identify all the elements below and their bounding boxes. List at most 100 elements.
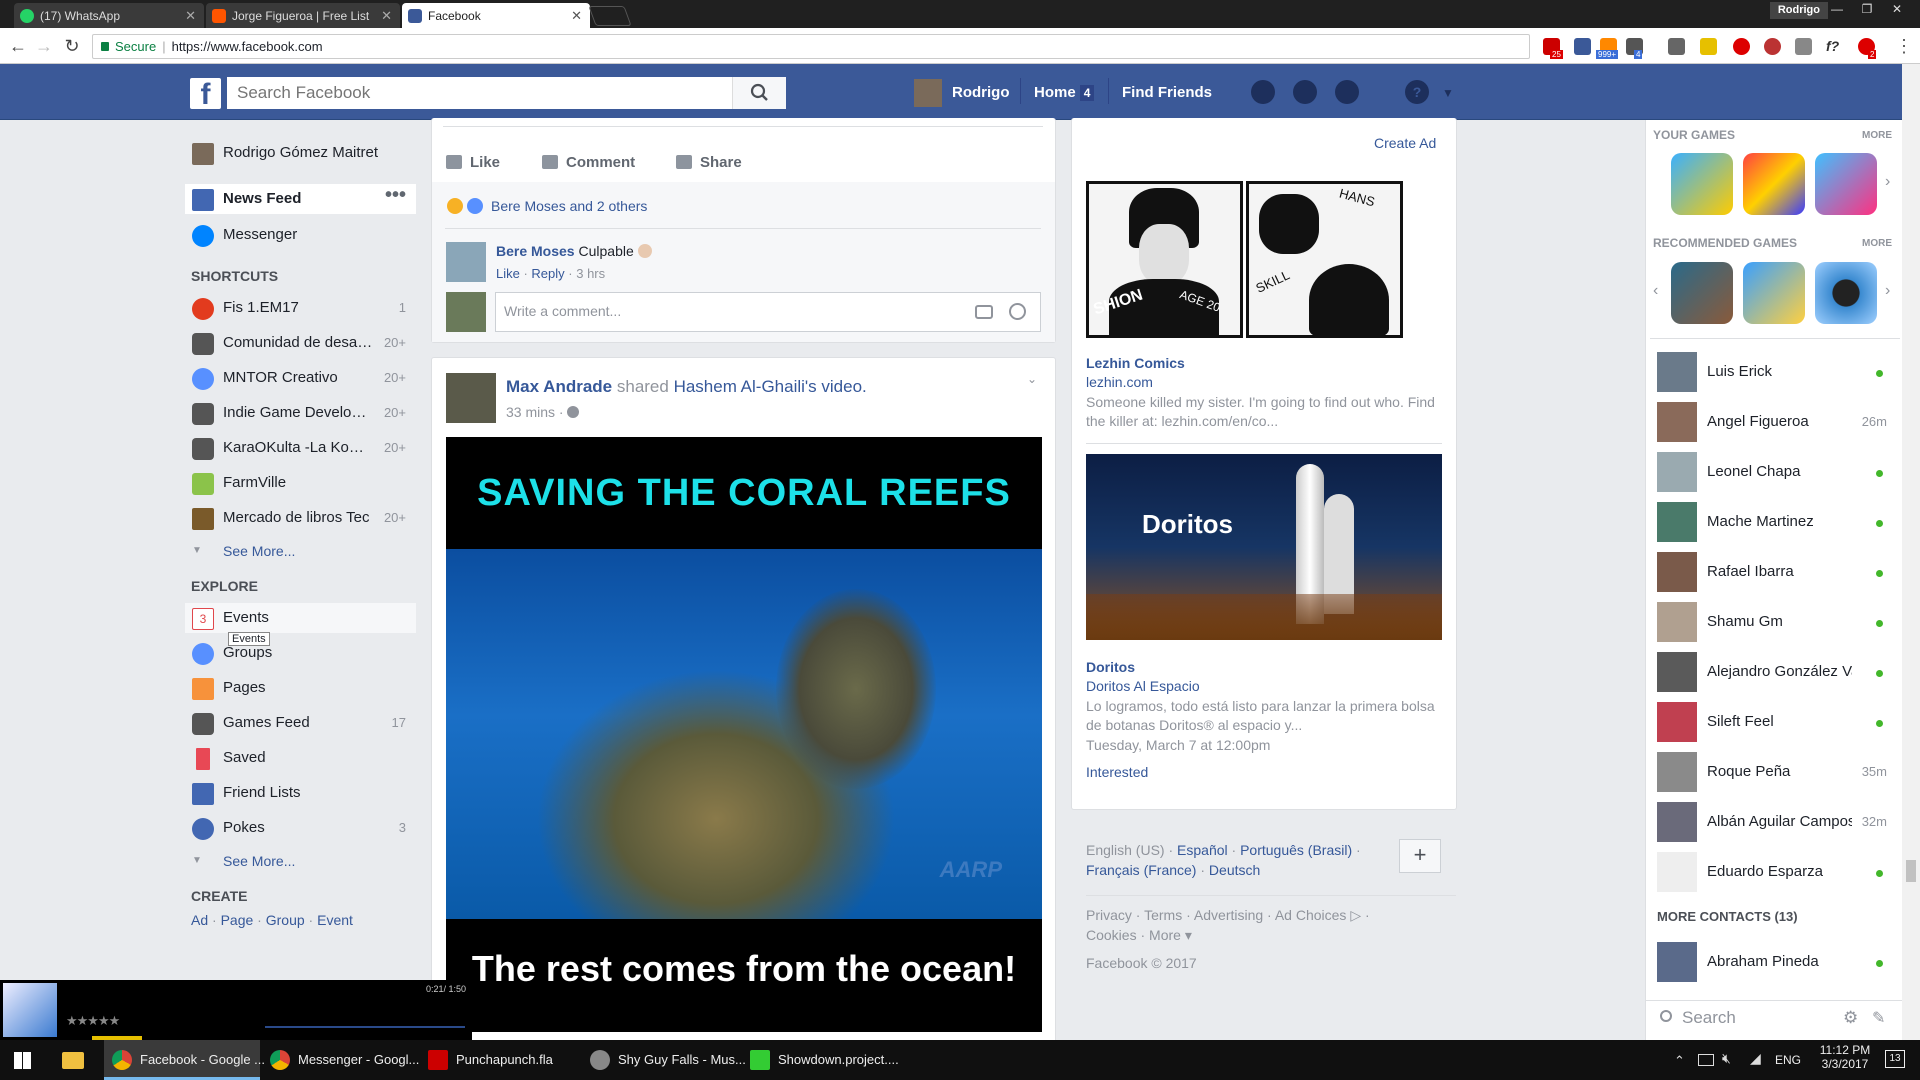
lezhin-ad-image-2[interactable]: HANS SKILL bbox=[1246, 181, 1403, 338]
chat-search-input[interactable]: Search bbox=[1682, 1008, 1736, 1028]
find-friends-link[interactable]: Find Friends bbox=[1122, 84, 1212, 101]
language-indicator[interactable]: ENG bbox=[1775, 1053, 1801, 1067]
tab-whatsapp[interactable]: (17) WhatsApp ✕ bbox=[14, 3, 204, 28]
more-games-link[interactable]: MORE bbox=[1862, 130, 1892, 141]
friend-requests-icon[interactable] bbox=[1251, 80, 1275, 104]
game-tile[interactable] bbox=[1743, 262, 1805, 324]
close-tab-icon[interactable]: ✕ bbox=[185, 8, 196, 24]
doritos-ad-image[interactable]: Doritos bbox=[1086, 454, 1442, 640]
contact-row[interactable]: Abraham Pineda bbox=[1657, 942, 1887, 992]
battery-icon[interactable] bbox=[1698, 1054, 1714, 1066]
more-recommended-link[interactable]: MORE bbox=[1862, 238, 1892, 249]
extension-icon[interactable] bbox=[1733, 38, 1750, 55]
extension-icon[interactable] bbox=[1574, 38, 1591, 55]
see-more-shortcuts[interactable]: ▼ See More... bbox=[190, 536, 416, 566]
mini-media-player[interactable] bbox=[0, 980, 472, 1040]
post-time[interactable]: 33 mins · bbox=[506, 404, 580, 420]
sidebar-item-friend-lists[interactable]: Friend Lists bbox=[190, 778, 416, 808]
help-icon[interactable]: ? bbox=[1405, 80, 1429, 104]
video-link[interactable]: video. bbox=[821, 377, 866, 396]
language-link[interactable]: Português (Brasil) bbox=[1240, 842, 1352, 858]
ad-title[interactable]: Lezhin Comics bbox=[1086, 355, 1185, 371]
shortcut-item[interactable]: Indie Game Developers 20+ bbox=[190, 398, 416, 428]
shortcut-item[interactable]: Mercado de libros Tec 20+ bbox=[190, 503, 416, 533]
source-link[interactable]: Hashem Al-Ghaili bbox=[674, 377, 805, 396]
search-button[interactable] bbox=[732, 77, 786, 109]
notification-center-icon[interactable]: 13 bbox=[1885, 1050, 1905, 1068]
taskbar-item-messenger[interactable]: Messenger - Googl... bbox=[262, 1040, 419, 1080]
more-link[interactable]: More bbox=[1149, 927, 1181, 943]
contact-row[interactable]: Leonel Chapa bbox=[1657, 452, 1887, 502]
taskbar-item-showdown[interactable]: Showdown.project.... bbox=[742, 1040, 899, 1080]
chevron-left-icon[interactable]: ‹ bbox=[1653, 282, 1658, 300]
wifi-icon[interactable]: ◢ bbox=[1750, 1050, 1761, 1067]
game-tile[interactable] bbox=[1671, 262, 1733, 324]
shortcut-item[interactable]: FarmVille bbox=[190, 468, 416, 498]
volume-muted-icon[interactable]: 🔇︎ bbox=[1722, 1050, 1731, 1067]
ad-domain[interactable]: lezhin.com bbox=[1086, 374, 1153, 390]
create-ad-link[interactable]: Create Ad bbox=[1374, 135, 1436, 151]
taskbar-item-facebook[interactable]: Facebook - Google ... bbox=[104, 1040, 265, 1080]
share-button[interactable]: Share bbox=[676, 154, 742, 171]
sidebar-item-news-feed[interactable]: News Feed ••• bbox=[185, 184, 416, 214]
sidebar-item-pokes[interactable]: Pokes 3 bbox=[190, 813, 416, 843]
game-tile[interactable] bbox=[1743, 153, 1805, 215]
extension-icon[interactable] bbox=[1764, 38, 1781, 55]
contact-row[interactable]: Eduardo Esparza bbox=[1657, 852, 1887, 902]
menu-icon[interactable]: ⋮ bbox=[1895, 36, 1913, 57]
contact-row[interactable]: Alejandro González Va... bbox=[1657, 652, 1887, 702]
cookies-link[interactable]: Cookies bbox=[1086, 927, 1137, 943]
search-input[interactable] bbox=[227, 77, 732, 109]
profile-link[interactable]: Rodrigo bbox=[952, 84, 1010, 101]
minimize-icon[interactable]: — bbox=[1822, 0, 1852, 20]
close-window-icon[interactable]: ✕ bbox=[1882, 0, 1912, 20]
game-tile[interactable] bbox=[1815, 262, 1877, 324]
create-ad-link[interactable]: Ad bbox=[191, 912, 208, 928]
seek-bar[interactable] bbox=[265, 1026, 465, 1028]
shortcut-item[interactable]: Comunidad de desarr... 20+ bbox=[190, 328, 416, 358]
taskbar-item-flash[interactable]: Punchapunch.fla bbox=[420, 1040, 576, 1080]
create-page-link[interactable]: Page bbox=[221, 912, 254, 928]
extension-icon[interactable] bbox=[1668, 38, 1685, 55]
contact-row[interactable]: Rafael Ibarra bbox=[1657, 552, 1887, 602]
ad-subtitle[interactable]: Doritos Al Espacio bbox=[1086, 678, 1200, 694]
sidebar-item-groups[interactable]: Groups bbox=[190, 638, 416, 668]
advertising-link[interactable]: Advertising bbox=[1194, 907, 1263, 923]
messenger-icon[interactable] bbox=[1293, 80, 1317, 104]
ad-title[interactable]: Doritos bbox=[1086, 659, 1135, 675]
profile-nav-item[interactable]: Rodrigo Gómez Maitret bbox=[190, 138, 416, 168]
close-tab-icon[interactable]: ✕ bbox=[571, 8, 582, 24]
language-link[interactable]: Deutsch bbox=[1209, 862, 1260, 878]
close-tab-icon[interactable]: ✕ bbox=[381, 8, 392, 24]
taskbar-item-music[interactable]: Shy Guy Falls - Mus... bbox=[582, 1040, 746, 1080]
sidebar-item-pages[interactable]: Pages bbox=[190, 673, 416, 703]
emoji-icon[interactable] bbox=[1009, 303, 1026, 320]
language-link[interactable]: Français (France) bbox=[1086, 862, 1196, 878]
camera-icon[interactable] bbox=[975, 305, 993, 319]
game-tile[interactable] bbox=[1671, 153, 1733, 215]
notifications-globe-icon[interactable] bbox=[1335, 80, 1359, 104]
terms-link[interactable]: Terms bbox=[1144, 907, 1182, 923]
language-link[interactable]: Español bbox=[1177, 842, 1228, 858]
facebook-logo[interactable]: f bbox=[190, 78, 221, 111]
sidebar-item-messenger[interactable]: Messenger bbox=[190, 220, 416, 250]
shortcut-item[interactable]: MNTOR Creativo 20+ bbox=[190, 363, 416, 393]
chevron-down-icon[interactable]: ⌄ bbox=[1027, 372, 1037, 386]
new-tab-button[interactable] bbox=[588, 6, 632, 26]
lezhin-ad-image[interactable]: SHION AGE 20 bbox=[1086, 181, 1243, 338]
gear-icon[interactable]: ⚙ bbox=[1843, 1008, 1858, 1028]
contact-row[interactable]: Sileft Feel bbox=[1657, 702, 1887, 752]
reactions-summary[interactable]: Bere Moses and 2 others bbox=[491, 198, 647, 214]
contact-row[interactable]: Luis Erick bbox=[1657, 352, 1887, 402]
avatar[interactable] bbox=[914, 79, 942, 107]
comment-input[interactable]: Write a comment... bbox=[495, 292, 1041, 332]
post-author[interactable]: Max Andrade bbox=[506, 377, 612, 396]
create-event-link[interactable]: Event bbox=[317, 912, 353, 928]
contact-row[interactable]: Albán Aguilar Campos 32m bbox=[1657, 802, 1887, 852]
tray-chevron-icon[interactable]: ⌃ bbox=[1674, 1053, 1685, 1069]
like-button[interactable]: Like bbox=[446, 154, 500, 171]
file-explorer-icon[interactable] bbox=[62, 1052, 84, 1069]
avatar[interactable] bbox=[446, 242, 486, 282]
see-more-explore[interactable]: ▼ See More... bbox=[190, 846, 416, 876]
reload-icon[interactable]: ↻ bbox=[62, 36, 82, 57]
